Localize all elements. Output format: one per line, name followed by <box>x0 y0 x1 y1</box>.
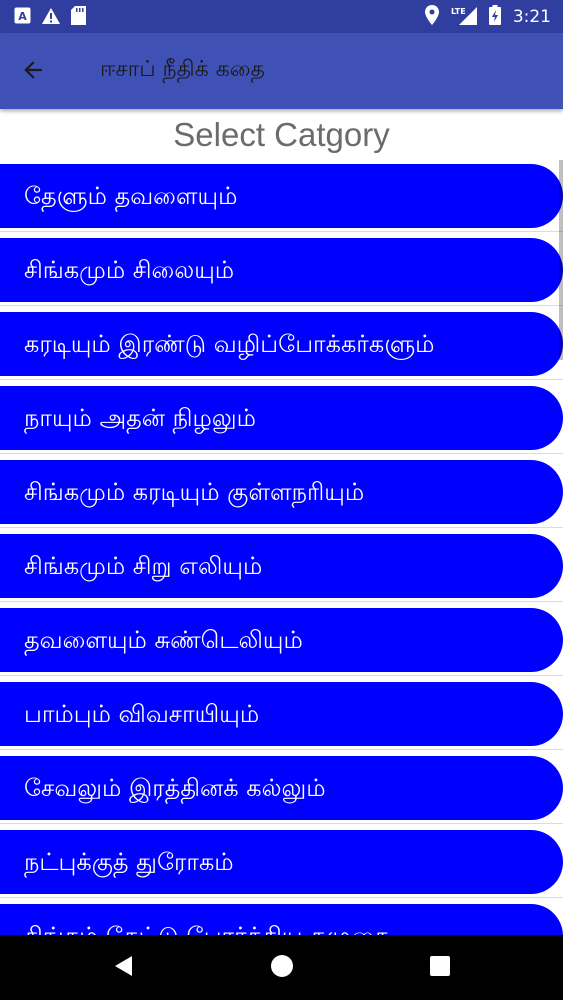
navigation-bar <box>0 935 563 1000</box>
list-item: சிங்கமும் சிறு எலியும் <box>0 528 563 602</box>
list-item: கரடியும் இரண்டு வழிப்போக்கர்களும் <box>0 306 563 380</box>
category-label: நட்புக்குத் துரோகம் <box>24 848 234 876</box>
sd-card-icon <box>71 6 86 29</box>
category-label: சிங்கம் கேட்டு போர்த்திய கழுதை <box>24 904 389 935</box>
svg-text:A: A <box>18 10 27 23</box>
category-label: கரடியும் இரண்டு வழிப்போக்கர்களும் <box>24 330 435 358</box>
recents-square-icon <box>429 955 451 981</box>
category-label: சிங்கமும் சிறு எலியும் <box>24 552 263 580</box>
category-label: நாயும் அதன் நிழலும் <box>24 404 256 432</box>
back-button[interactable] <box>16 55 50 89</box>
category-button[interactable]: தேளும் தவளையும் <box>0 164 563 228</box>
list-item: தேளும் தவளையும் <box>0 158 563 232</box>
battery-charging-icon <box>488 5 501 29</box>
category-button[interactable]: சேவலும் இரத்தினக் கல்லும் <box>0 756 563 820</box>
list-item: சிங்கம் கேட்டு போர்த்திய கழுதை <box>0 898 563 935</box>
category-label: தேளும் தவளையும் <box>24 182 238 210</box>
category-label: சேவலும் இரத்தினக் கல்லும் <box>24 774 326 802</box>
alert-icon <box>41 7 61 29</box>
page-heading: Select Catgory <box>173 116 390 153</box>
category-button[interactable]: நாயும் அதன் நிழலும் <box>0 386 563 450</box>
status-time: 3:21 <box>512 7 551 27</box>
status-bar: A LTE 3:21 <box>0 0 563 33</box>
arrow-back-icon <box>20 57 46 87</box>
list-item: சிங்கமும் கரடியும் குள்ளநரியும் <box>0 454 563 528</box>
list-item: நாயும் அதன் நிழலும் <box>0 380 563 454</box>
nav-home-button[interactable] <box>267 953 297 983</box>
list-item: தவளையும் சுண்டெலியும் <box>0 602 563 676</box>
list-item: சிங்கமும் சிலையும் <box>0 232 563 306</box>
category-button[interactable]: கரடியும் இரண்டு வழிப்போக்கர்களும் <box>0 312 563 376</box>
nav-recents-button[interactable] <box>425 953 455 983</box>
category-list[interactable]: தேளும் தவளையும் சிங்கமும் சிலையும் கரடிய… <box>0 158 563 935</box>
category-button[interactable]: தவளையும் சுண்டெலியும் <box>0 608 563 672</box>
home-circle-icon <box>270 954 294 982</box>
nav-back-button[interactable] <box>108 953 138 983</box>
category-button[interactable]: சிங்கமும் சிலையும் <box>0 238 563 302</box>
category-label: சிங்கமும் கரடியும் குள்ளநரியும் <box>24 478 365 506</box>
network-type-label: LTE <box>451 7 466 16</box>
scrollbar[interactable] <box>559 160 563 360</box>
category-button[interactable]: சிங்கம் கேட்டு போர்த்திய கழுதை <box>0 904 563 935</box>
category-button[interactable]: நட்புக்குத் துரோகம் <box>0 830 563 894</box>
location-icon <box>424 5 439 29</box>
category-label: பாம்பும் விவசாயியும் <box>24 700 260 728</box>
category-label: சிங்கமும் சிலையும் <box>24 256 235 284</box>
category-button[interactable]: சிங்கமும் சிறு எலியும் <box>0 534 563 598</box>
a-icon: A <box>14 7 31 28</box>
app-title: ஈசாப் நீதிக் கதை <box>100 57 265 82</box>
category-label: தவளையும் சுண்டெலியும் <box>24 626 303 654</box>
signal-icon: LTE <box>451 5 477 29</box>
list-item: நட்புக்குத் துரோகம் <box>0 824 563 898</box>
list-item: பாம்பும் விவசாயியும் <box>0 676 563 750</box>
category-button[interactable]: சிங்கமும் கரடியும் குள்ளநரியும் <box>0 460 563 524</box>
app-bar: ஈசாப் நீதிக் கதை <box>0 33 563 109</box>
list-item: சேவலும் இரத்தினக் கல்லும் <box>0 750 563 824</box>
back-triangle-icon <box>112 954 134 982</box>
category-button[interactable]: பாம்பும் விவசாயியும் <box>0 682 563 746</box>
